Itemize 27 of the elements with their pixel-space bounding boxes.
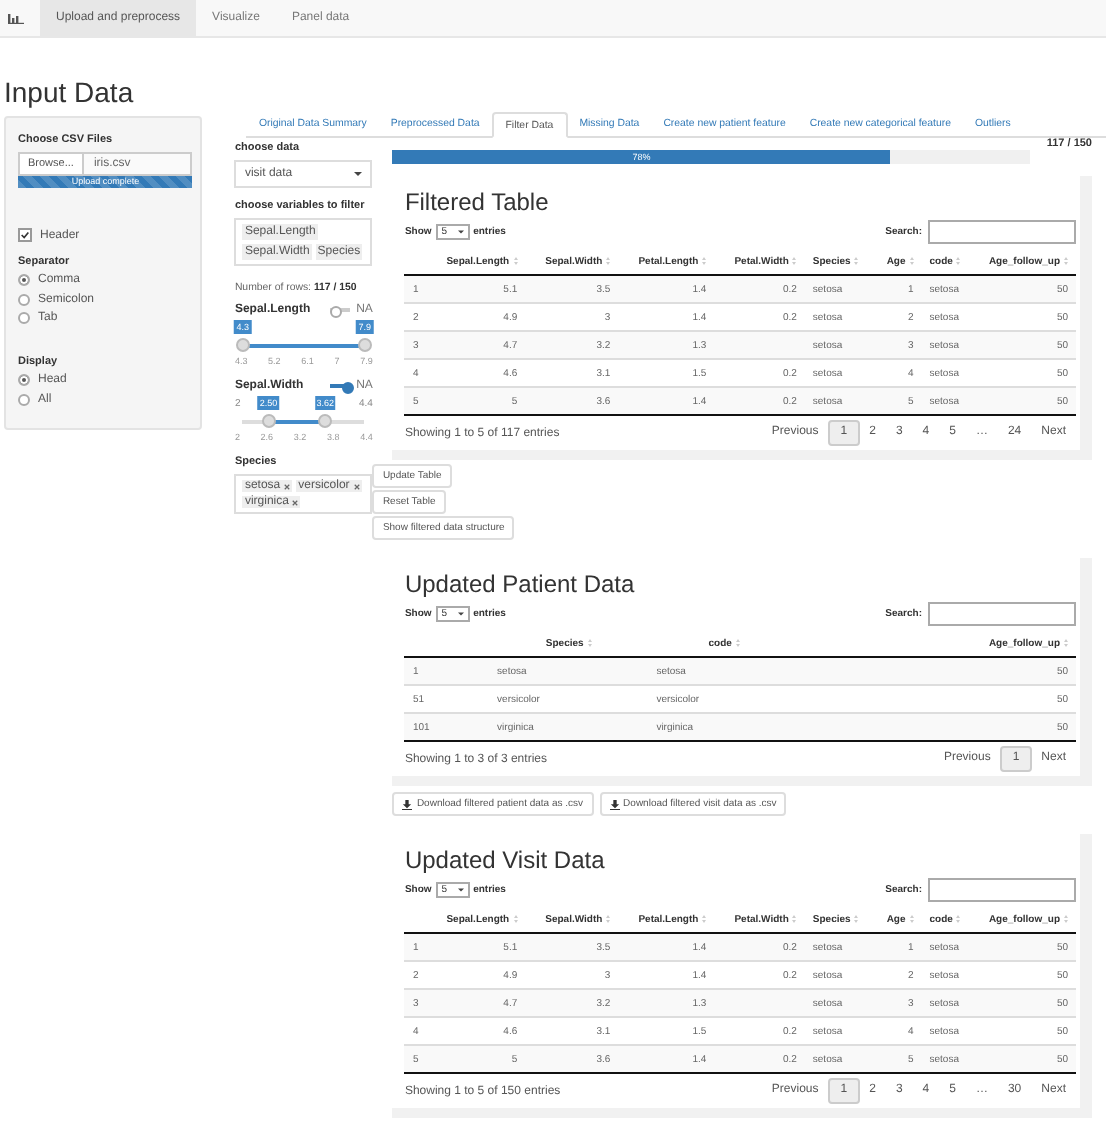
caret-icon — [354, 172, 363, 176]
slider-handle[interactable] — [261, 414, 276, 428]
remove-icon[interactable] — [292, 499, 299, 505]
table-title: Updated Patient Data — [404, 570, 637, 598]
header-checkbox[interactable] — [18, 228, 32, 242]
caret-icon — [457, 230, 464, 234]
caret-icon — [457, 888, 464, 892]
radio-button[interactable] — [18, 393, 30, 405]
table-title: Updated Visit Data — [404, 846, 607, 874]
radio-button[interactable] — [18, 274, 30, 286]
remove-icon[interactable] — [284, 483, 291, 489]
caret-icon — [457, 612, 464, 616]
download-icon — [609, 799, 620, 809]
search-field[interactable] — [928, 220, 1076, 244]
slider-handle[interactable] — [235, 338, 250, 352]
search-field[interactable] — [928, 602, 1076, 626]
radio-button[interactable] — [18, 293, 30, 305]
download-icon — [402, 799, 413, 809]
table-title: Filtered Table — [404, 188, 551, 216]
slider-handle[interactable] — [357, 338, 372, 352]
remove-icon[interactable] — [353, 483, 360, 489]
search-field[interactable] — [928, 878, 1076, 902]
radio-button[interactable] — [18, 374, 30, 386]
slider-handle[interactable] — [318, 414, 333, 428]
chart-logo-icon — [8, 12, 24, 24]
radio-button[interactable] — [18, 312, 30, 324]
page-title: Input Data — [4, 76, 136, 108]
